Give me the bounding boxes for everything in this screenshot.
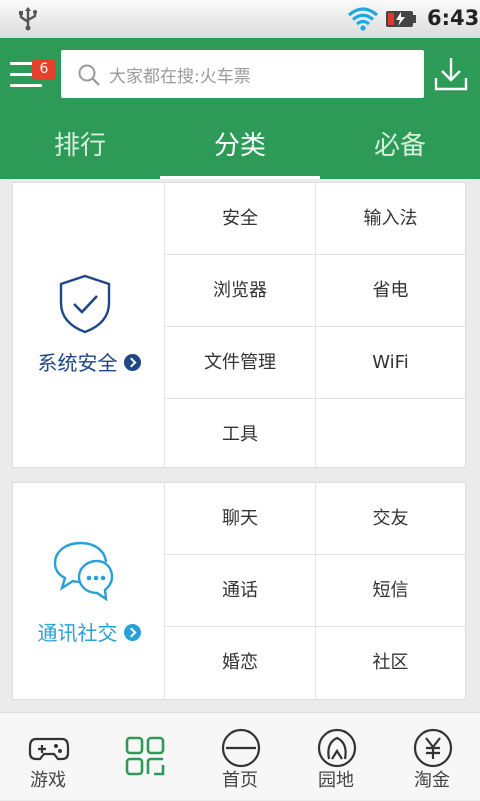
usb-icon [19, 7, 37, 31]
subcategory-item[interactable]: 聊天 [165, 483, 315, 555]
nav-games[interactable]: 游戏 [0, 713, 96, 801]
notification-badge: 6 [32, 59, 56, 80]
category-header-security[interactable]: 系统安全 [13, 183, 165, 467]
tab-label: 必备 [373, 131, 426, 161]
subcategory-item[interactable]: 婚恋 [165, 627, 315, 699]
download-icon[interactable] [434, 56, 468, 92]
subcategory-item[interactable]: 浏览器 [165, 255, 315, 327]
subcategory-item[interactable]: 社区 [315, 627, 465, 699]
grid-icon [125, 736, 165, 776]
yen-coin-icon [413, 728, 453, 768]
subcategory-item[interactable]: WiFi [315, 327, 465, 399]
category-card-social: 通讯社交 聊天 交友 通话 短信 婚恋 社区 [12, 482, 466, 700]
subcategory-item[interactable]: 输入法 [315, 183, 465, 255]
wifi-icon [348, 7, 378, 31]
nav-gold[interactable]: 淘金 [384, 713, 480, 801]
nav-label: 淘金 [414, 770, 450, 791]
tab-essentials[interactable]: 必备 [320, 124, 480, 179]
tab-ranking[interactable]: 排行 [0, 124, 160, 179]
status-time: 6:43 [427, 6, 480, 30]
tab-label: 排行 [53, 131, 106, 161]
subcategory-item[interactable]: 短信 [315, 555, 465, 627]
nav-label: 游戏 [30, 770, 66, 791]
subcategory-item[interactable]: 文件管理 [165, 327, 315, 399]
subcategory-item[interactable]: 交友 [315, 483, 465, 555]
subcategory-item[interactable]: 通话 [165, 555, 315, 627]
app-header: 6 大家都在搜:火车票 排行 分类 必备 [0, 38, 480, 179]
tab-label: 分类 [213, 131, 266, 161]
subcategory-item[interactable]: 工具 [165, 399, 315, 471]
category-title: 系统安全 [13, 347, 165, 376]
nav-garden[interactable]: 园地 [288, 713, 384, 801]
menu-icon-bar [10, 84, 42, 87]
category-header-social[interactable]: 通讯社交 [13, 483, 165, 699]
subcategory-item[interactable]: 省电 [315, 255, 465, 327]
category-name: 系统安全 [37, 351, 118, 375]
nav-home[interactable]: 首页 [192, 713, 288, 801]
home-circle-icon [221, 728, 261, 768]
active-tab-indicator [160, 176, 320, 179]
status-bar: 6:43 [0, 0, 480, 38]
search-icon [78, 64, 100, 86]
shield-check-icon [59, 274, 111, 334]
tab-category[interactable]: 分类 [160, 124, 320, 179]
search-input[interactable]: 大家都在搜:火车票 [61, 50, 424, 98]
battery-charging-icon [386, 11, 416, 27]
subcategory-item[interactable]: 安全 [165, 183, 315, 255]
menu-button[interactable]: 6 [8, 55, 56, 93]
bottom-navigation: 游戏 首页 园地 淘金 [0, 712, 480, 800]
category-title: 通讯社交 [13, 617, 165, 646]
gamepad-icon [28, 737, 70, 761]
search-placeholder: 大家都在搜:火车票 [109, 67, 251, 87]
subcategory-item-empty [315, 399, 465, 471]
chevron-right-icon [123, 624, 141, 641]
category-tabs: 排行 分类 必备 [0, 124, 480, 179]
category-name: 通讯社交 [37, 621, 118, 645]
garden-icon [317, 728, 357, 768]
nav-categories[interactable] [96, 713, 192, 801]
category-card-security: 系统安全 安全 输入法 浏览器 省电 文件管理 WiFi 工具 [12, 182, 466, 471]
chat-bubbles-icon [53, 541, 114, 601]
chevron-right-icon [123, 354, 141, 371]
nav-label: 首页 [222, 770, 258, 791]
nav-label: 园地 [318, 770, 354, 791]
